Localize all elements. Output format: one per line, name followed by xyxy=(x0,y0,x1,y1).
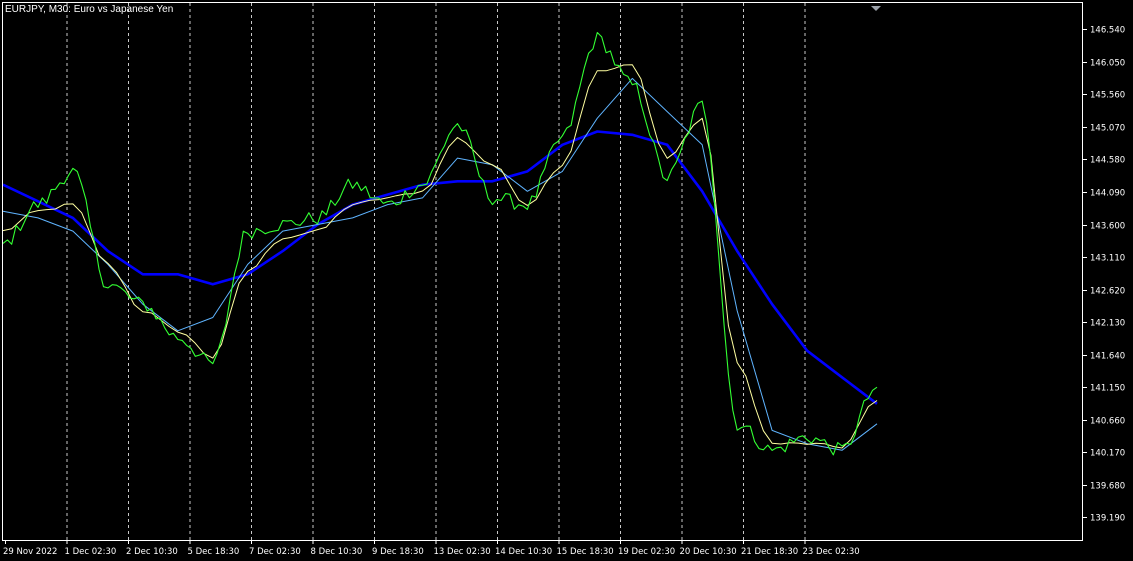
x-tick-label: 9 Dec 18:30 xyxy=(372,547,424,557)
x-tick-label: 13 Dec 02:30 xyxy=(434,547,491,557)
y-tick-label: 142.620 xyxy=(1090,287,1125,297)
y-tick-label: 143.110 xyxy=(1090,254,1125,264)
y-tick-label: 145.070 xyxy=(1090,124,1125,134)
x-tick-label: 2 Dec 10:30 xyxy=(126,547,178,557)
series-line-price xyxy=(2,31,878,456)
y-tick-label: 139.680 xyxy=(1090,482,1125,492)
y-tick-label: 141.150 xyxy=(1090,384,1125,394)
price-chart[interactable]: 29 Nov 2022 1 Dec 02:30 2 Dec 10:30 5 Dec 1… xyxy=(0,0,1133,561)
y-tick-label: 139.190 xyxy=(1090,514,1125,524)
y-tick-label: 141.640 xyxy=(1090,352,1125,362)
y-tick-label: 145.560 xyxy=(1090,91,1125,101)
plot-frame xyxy=(2,2,1083,541)
chart-window[interactable]: 29 Nov 2022 1 Dec 02:30 2 Dec 10:30 5 Dec 1… xyxy=(0,0,1133,561)
x-tick-label: 20 Dec 10:30 xyxy=(680,547,737,557)
series-line-ma-fast xyxy=(2,64,878,449)
x-tick-label: 15 Dec 18:30 xyxy=(557,547,614,557)
chart-shift-marker[interactable] xyxy=(871,6,881,11)
x-tick-label: 8 Dec 10:30 xyxy=(311,547,363,557)
y-tick-label: 142.130 xyxy=(1090,319,1125,329)
y-tick-label: 143.600 xyxy=(1090,222,1125,232)
x-tick-label: 5 Dec 18:30 xyxy=(188,547,240,557)
axes: 29 Nov 2022 1 Dec 02:30 2 Dec 10:30 5 Dec 1… xyxy=(2,2,1125,557)
y-tick-label: 146.540 xyxy=(1090,26,1125,36)
grid xyxy=(66,3,806,540)
y-tick-label: 140.170 xyxy=(1090,449,1125,459)
x-tick-label: 14 Dec 10:30 xyxy=(495,547,552,557)
x-tick-label: 7 Dec 02:30 xyxy=(249,547,301,557)
x-tick-label: 23 Dec 02:30 xyxy=(803,547,860,557)
series-layer xyxy=(2,31,878,456)
series-line-ma-slow xyxy=(2,130,878,405)
y-tick-label: 144.580 xyxy=(1090,156,1125,166)
y-tick-label: 146.050 xyxy=(1090,59,1125,69)
x-tick-label: 19 Dec 02:30 xyxy=(618,547,675,557)
y-tick-label: 140.660 xyxy=(1090,417,1125,427)
y-tick-label: 144.090 xyxy=(1090,189,1125,199)
x-tick-label: 1 Dec 02:30 xyxy=(65,547,117,557)
x-tick-label: 21 Dec 18:30 xyxy=(741,547,798,557)
x-tick-label: 29 Nov 2022 xyxy=(3,547,57,557)
